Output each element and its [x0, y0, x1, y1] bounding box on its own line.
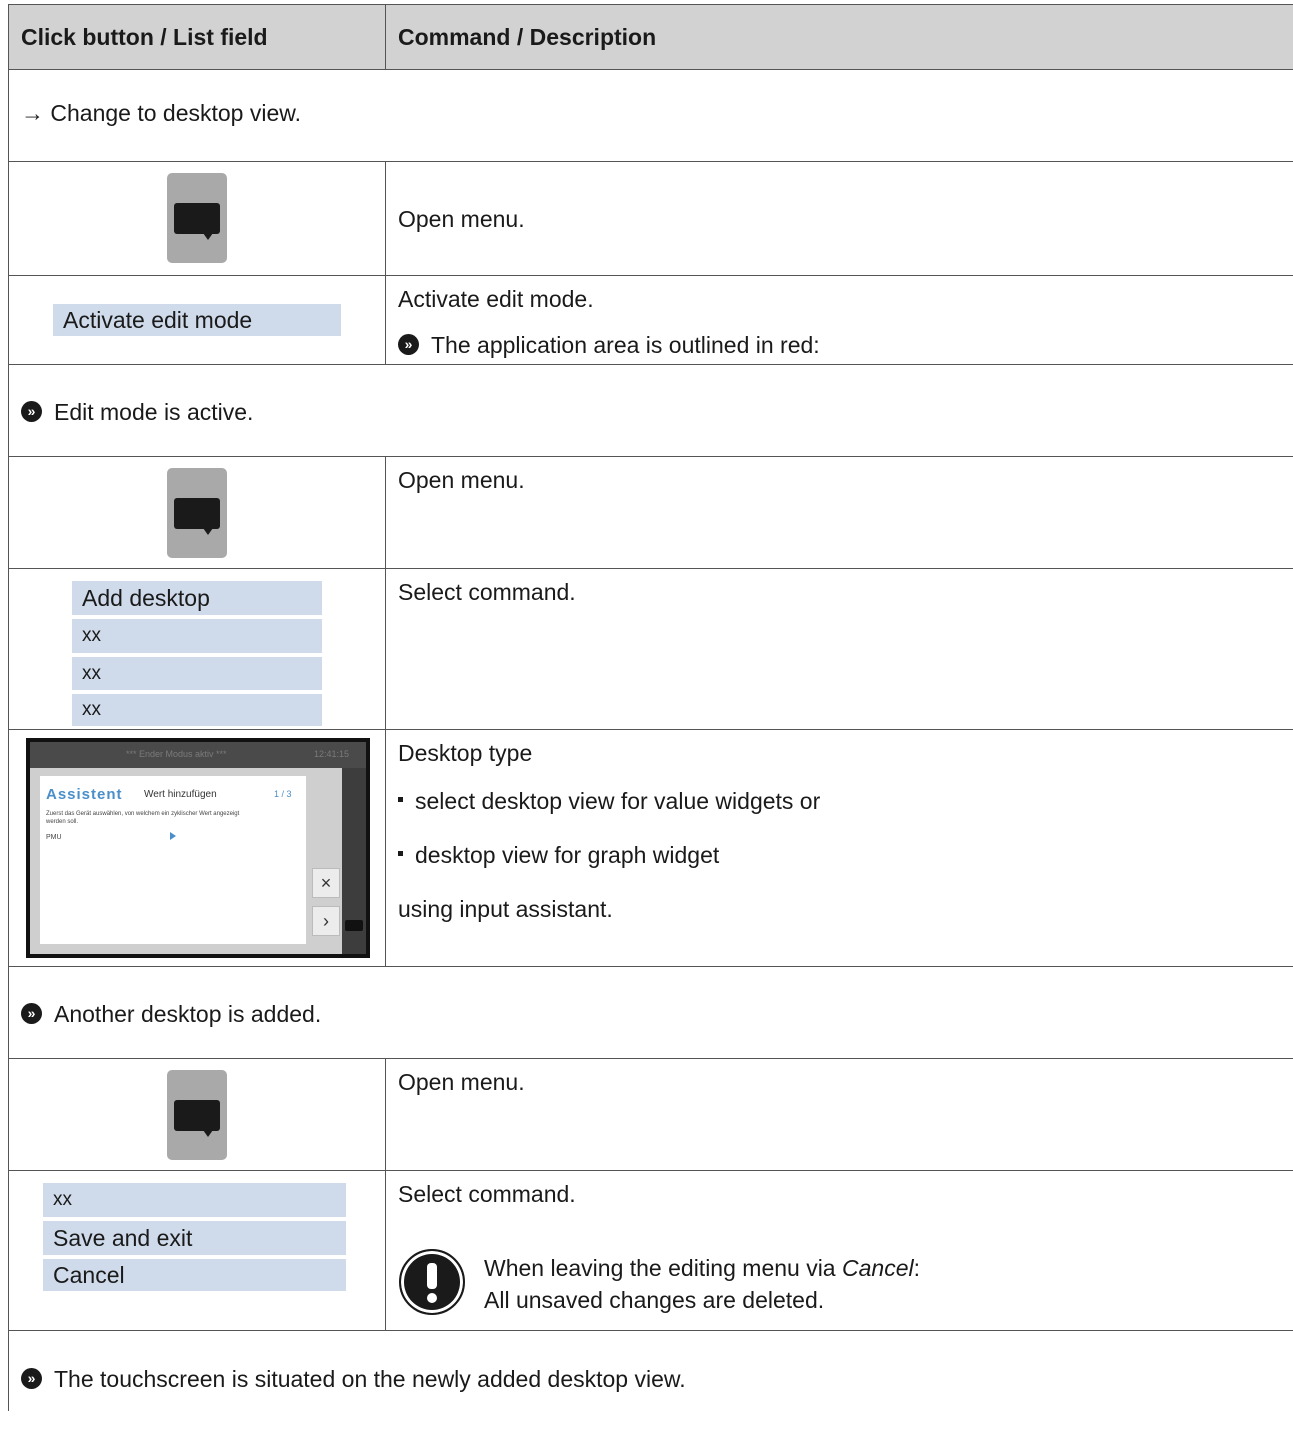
instruction-page: Click button / List field Command / Desc… — [0, 0, 1293, 1442]
list-field-xx[interactable]: xx — [72, 657, 322, 690]
close-icon[interactable]: × — [312, 868, 340, 898]
desktop-type-bullet-text: desktop view for graph widget — [415, 842, 720, 868]
exclamation-circle-icon — [399, 1249, 465, 1315]
square-bullet-icon — [398, 797, 403, 803]
result-edit-mode-active: » Edit mode is active. — [21, 399, 253, 426]
speech-bubble-icon — [174, 203, 220, 234]
list-field-cancel[interactable]: Cancel — [43, 1259, 346, 1291]
table-row: Activate edit mode Activate edit mode. »… — [9, 276, 1293, 365]
speech-bubble-icon — [174, 1100, 220, 1131]
table-row: » Another desktop is added. — [9, 967, 1293, 1059]
play-icon — [170, 832, 176, 840]
assistant-device: PMU — [46, 834, 62, 841]
desktop-type-bullet-text: select desktop view for value widgets or — [415, 788, 821, 814]
result-another-desktop: » Another desktop is added. — [21, 1001, 321, 1028]
note-line-1-prefix: When leaving the editing menu via — [484, 1255, 842, 1281]
note-line-1: When leaving the editing menu via Cancel… — [484, 1255, 920, 1282]
double-chevron-circle-icon: » — [21, 1003, 42, 1025]
note-line-2: All unsaved changes are deleted. — [484, 1287, 825, 1313]
menu-button[interactable] — [167, 468, 227, 558]
screenshot-bar-text: *** Ender Modus aktiv *** — [126, 749, 227, 759]
select-command-text: Select command. — [398, 1181, 576, 1207]
step-change-desktop: → Change to desktop view. — [21, 100, 301, 126]
table-row: xx Save and exit Cancel Select command. … — [9, 1171, 1293, 1331]
assistant-screenshot: *** Ender Modus aktiv *** 12:41:15 Assis… — [26, 738, 370, 958]
double-chevron-circle-icon: » — [21, 1368, 42, 1390]
open-menu-text: Open menu. — [398, 467, 525, 493]
desktop-type-footer: using input assistant. — [398, 896, 613, 922]
menu-button[interactable] — [167, 1070, 227, 1160]
table-row: Open menu. — [9, 162, 1293, 276]
result-final: » The touchscreen is situated on the newl… — [21, 1366, 686, 1393]
screenshot-status-bar: *** Ender Modus aktiv *** 12:41:15 — [30, 742, 366, 768]
list-field-xx[interactable]: xx — [43, 1183, 346, 1217]
screenshot-screen: Assistent Wert hinzufügen 1 / 3 Zuerst d… — [30, 768, 342, 954]
table-row: Open menu. — [9, 1059, 1293, 1171]
square-bullet-icon — [398, 851, 403, 857]
assistant-step-title: Wert hinzufügen — [144, 789, 217, 800]
select-command-text: Select command. — [398, 579, 576, 605]
list-field-activate-edit-mode[interactable]: Activate edit mode — [53, 304, 341, 336]
activate-edit-result-text: The application area is outlined in red: — [431, 332, 820, 358]
speech-bubble-icon — [345, 920, 363, 931]
table-row: » Edit mode is active. — [9, 365, 1293, 457]
next-icon[interactable]: › — [312, 906, 340, 936]
assistant-step-count: 1 / 3 — [274, 789, 292, 799]
result-edit-mode-active-text: Edit mode is active. — [54, 399, 254, 425]
desktop-type-bullet: select desktop view for value widgets or — [398, 788, 820, 815]
result-final-text: The touchscreen is situated on the newly… — [54, 1366, 686, 1392]
table-row: → Change to desktop view. — [9, 70, 1293, 162]
assistant-instruction: Zuerst das Gerät auswählen, von welchem … — [46, 811, 240, 825]
assistant-panel: Assistent Wert hinzufügen 1 / 3 Zuerst d… — [40, 776, 306, 944]
header-col-command: Command / Description — [398, 23, 657, 50]
header-col-click-button: Click button / List field — [9, 5, 386, 69]
table-row: Add desktop xx xx xx Select command. — [9, 569, 1293, 730]
desktop-type-bullet: desktop view for graph widget — [398, 842, 719, 869]
activate-edit-desc: Activate edit mode. — [398, 286, 594, 312]
list-field-save-and-exit[interactable]: Save and exit — [43, 1221, 346, 1255]
screenshot-time: 12:41:15 — [314, 749, 350, 759]
table-row: Open menu. — [9, 457, 1293, 569]
note-line-1-suffix: : — [913, 1255, 920, 1281]
note-line-1-emphasis: Cancel — [842, 1255, 914, 1281]
list-field-xx[interactable]: xx — [72, 694, 322, 726]
desktop-type-title: Desktop type — [398, 740, 533, 766]
menu-button[interactable] — [167, 173, 227, 263]
activate-edit-result: » The application area is outlined in red… — [398, 332, 820, 359]
table-row: » The touchscreen is situated on the newl… — [9, 1331, 1293, 1411]
list-field-xx[interactable]: xx — [72, 619, 322, 653]
result-another-desktop-text: Another desktop is added. — [54, 1001, 322, 1027]
screenshot-side-panel — [342, 768, 366, 954]
list-field-add-desktop[interactable]: Add desktop — [72, 581, 322, 615]
double-chevron-circle-icon: » — [21, 401, 42, 423]
table-row: *** Ender Modus aktiv *** 12:41:15 Assis… — [9, 730, 1293, 967]
open-menu-text: Open menu. — [398, 206, 525, 232]
double-chevron-circle-icon: » — [398, 334, 419, 356]
open-menu-text: Open menu. — [398, 1069, 525, 1095]
assistant-title: Assistent — [46, 786, 123, 803]
instruction-table: Click button / List field Command / Desc… — [8, 4, 1293, 1411]
speech-bubble-icon — [174, 498, 220, 529]
table-header: Click button / List field Command / Desc… — [9, 5, 1293, 70]
